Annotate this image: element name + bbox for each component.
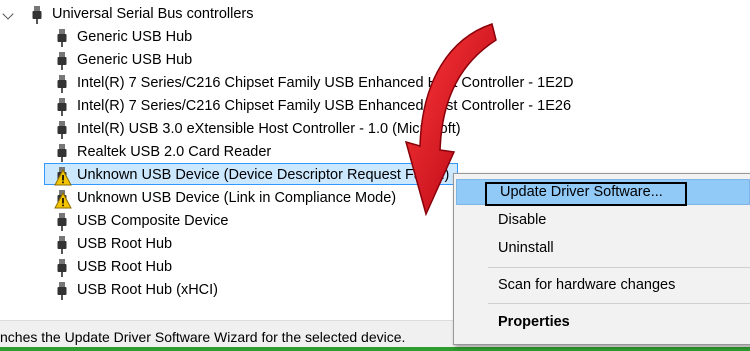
- device-item[interactable]: Unknown USB Device (Link in Compliance M…: [0, 187, 420, 209]
- menu-item-label: Disable: [498, 212, 547, 228]
- device-label: Realtek USB 2.0 Card Reader: [77, 144, 272, 160]
- usb-plug-icon: [57, 282, 67, 300]
- context-menu: Update Driver Software... Disable Uninst…: [453, 173, 750, 345]
- device-label: USB Root Hub: [77, 236, 173, 252]
- usb-plug-icon: [32, 6, 42, 24]
- usb-plug-icon: [57, 213, 67, 231]
- menu-item-label: Properties: [498, 314, 570, 330]
- device-item[interactable]: Intel(R) 7 Series/C216 Chipset Family US…: [0, 72, 750, 94]
- device-item[interactable]: Realtek USB 2.0 Card Reader: [0, 141, 400, 163]
- menu-item-label: Uninstall: [498, 240, 554, 256]
- menu-item-properties[interactable]: Properties: [454, 309, 750, 335]
- device-item[interactable]: USB Composite Device: [0, 210, 400, 232]
- menu-separator: [488, 303, 750, 304]
- warning-icon: [54, 192, 72, 209]
- device-label: Generic USB Hub: [77, 52, 193, 68]
- usb-plug-icon: [57, 29, 67, 47]
- usb-plug-icon: [57, 236, 67, 254]
- usb-plug-icon: [57, 75, 67, 93]
- usb-plug-icon: [57, 259, 67, 277]
- warning-icon: [54, 169, 72, 186]
- menu-separator: [488, 267, 750, 268]
- device-item[interactable]: Generic USB Hub: [0, 26, 400, 48]
- device-item[interactable]: USB Root Hub: [0, 256, 400, 278]
- device-item[interactable]: Generic USB Hub: [0, 49, 400, 71]
- menu-item-label: Update Driver Software...: [500, 184, 663, 200]
- device-label: USB Root Hub (xHCI): [77, 282, 219, 298]
- device-item[interactable]: USB Root Hub (xHCI): [0, 279, 400, 301]
- device-item[interactable]: Intel(R) USB 3.0 eXtensible Host Control…: [0, 118, 600, 140]
- device-item[interactable]: Intel(R) 7 Series/C216 Chipset Family US…: [0, 95, 750, 117]
- device-item[interactable]: USB Root Hub: [0, 233, 400, 255]
- menu-item-uninstall[interactable]: Uninstall: [454, 235, 750, 261]
- menu-item-scan-hardware[interactable]: Scan for hardware changes: [454, 272, 750, 298]
- usb-plug-icon: [57, 98, 67, 116]
- device-label: Unknown USB Device (Link in Compliance M…: [77, 190, 397, 206]
- menu-item-disable[interactable]: Disable: [454, 207, 750, 233]
- category-usb-controllers[interactable]: Universal Serial Bus controllers: [0, 3, 300, 25]
- device-label: USB Root Hub: [77, 259, 173, 275]
- usb-plug-icon: [57, 52, 67, 70]
- menu-item-label: Scan for hardware changes: [498, 277, 676, 293]
- usb-plug-icon: [57, 144, 67, 162]
- device-label: Generic USB Hub: [77, 29, 193, 45]
- category-label: Universal Serial Bus controllers: [52, 6, 254, 22]
- chevron-down-icon[interactable]: [2, 8, 14, 20]
- device-label: USB Composite Device: [77, 213, 229, 229]
- usb-plug-icon: [57, 121, 67, 139]
- bottom-accent-bar: [0, 347, 750, 351]
- menu-item-update-driver[interactable]: Update Driver Software...: [456, 179, 750, 206]
